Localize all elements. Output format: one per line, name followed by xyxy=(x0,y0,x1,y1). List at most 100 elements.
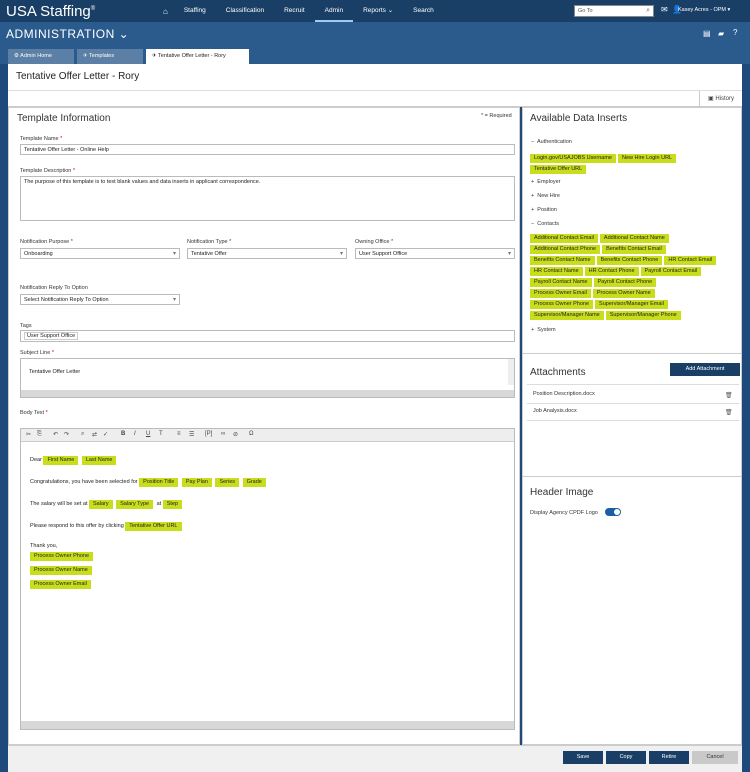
nav-search[interactable]: Search xyxy=(403,0,444,22)
nav-staffing[interactable]: Staffing xyxy=(174,0,216,22)
insert-owner-name[interactable]: Process Owner Name xyxy=(30,566,92,575)
bullet-list-icon[interactable]: ☰ xyxy=(189,431,194,438)
insert-series[interactable]: Series xyxy=(215,478,240,487)
group-contacts[interactable]: − Contacts xyxy=(531,221,559,227)
group-new-hire[interactable]: + New Hire xyxy=(531,193,560,199)
editor-toolbar: ✂ ⎘ ↶ ↷ ⌕ ⇄ ✓ B I U T ≡ ☰ [P] ∞ ⊘ Ω xyxy=(21,429,514,442)
cancel-button[interactable]: Cancel xyxy=(692,751,738,764)
insert-offer-url[interactable]: Tentative Offer URL xyxy=(125,522,182,531)
nav-recruit[interactable]: Recruit xyxy=(274,0,315,22)
scrollbar[interactable] xyxy=(508,359,514,385)
cpdf-logo-toggle[interactable] xyxy=(605,508,621,516)
home-icon[interactable]: ⌂ xyxy=(157,7,174,16)
template-description-textarea[interactable]: The purpose of this template is to test … xyxy=(20,176,515,221)
retire-button[interactable]: Retire xyxy=(649,751,689,764)
insert-chip[interactable]: Login.gov/USAJOBS Username xyxy=(530,154,616,163)
clear-format-icon[interactable]: T xyxy=(159,431,163,437)
copy-icon[interactable]: ⎘ xyxy=(37,431,42,438)
insert-position-title[interactable]: Position Title xyxy=(139,478,179,487)
insert-owner-email[interactable]: Process Owner Email xyxy=(30,580,91,589)
insert-chip[interactable]: Process Owner Phone xyxy=(530,300,594,309)
trash-icon[interactable]: 🗑 xyxy=(725,409,733,416)
folder-icon[interactable]: ▤ xyxy=(703,29,711,38)
nav-classification[interactable]: Classification xyxy=(216,0,274,22)
mail-icon[interactable]: ✉ xyxy=(661,5,668,14)
notification-purpose-select[interactable]: Onboarding xyxy=(20,248,180,259)
add-attachment-button[interactable]: Add Attachment xyxy=(670,363,740,376)
search-icon[interactable]: ⌕ xyxy=(646,7,650,15)
insert-chip[interactable]: Payroll Contact Email xyxy=(640,267,702,276)
insert-chip[interactable]: Tentative Offer URL xyxy=(530,165,587,174)
insert-salary[interactable]: Salary xyxy=(89,500,113,509)
chat-icon[interactable]: ▰ xyxy=(718,29,724,38)
tab-tentative-offer[interactable]: ✈ Tentative Offer Letter - Rory xyxy=(146,49,249,65)
group-position[interactable]: + Position xyxy=(531,207,557,213)
insert-chip[interactable]: Supervisor/Manager Email xyxy=(595,300,668,309)
help-icon[interactable]: ? xyxy=(733,28,737,37)
special-char-icon[interactable]: Ω xyxy=(249,431,254,437)
insert-pay-plan[interactable]: Pay Plan xyxy=(181,478,212,487)
insert-chip[interactable]: Benefits Contact Name xyxy=(530,256,595,265)
underline-icon[interactable]: U xyxy=(146,431,150,437)
admin-title[interactable]: ADMINISTRATION ⌄ xyxy=(6,27,129,41)
group-employer[interactable]: + Employer xyxy=(531,179,561,185)
insert-chip[interactable]: Process Owner Email xyxy=(530,289,591,298)
insert-chip[interactable]: Additional Contact Email xyxy=(530,234,598,243)
tab-templates[interactable]: ✈ Templates xyxy=(77,49,143,64)
insert-chip[interactable]: Benefits Contact Email xyxy=(602,245,666,254)
replace-icon[interactable]: ⇄ xyxy=(92,431,97,438)
insert-chip[interactable]: Additional Contact Name xyxy=(599,234,669,243)
bold-icon[interactable]: B xyxy=(121,431,125,437)
subject-line-editor[interactable]: Tentative Offer Letter xyxy=(20,358,515,398)
numbered-list-icon[interactable]: ≡ xyxy=(177,431,181,437)
attachment-file[interactable]: Position Description.docx xyxy=(533,391,595,397)
template-name-input[interactable]: Tentative Offer Letter - Online Help xyxy=(20,144,515,155)
body-line-3: The salary will be set at Salary Salary … xyxy=(30,499,184,510)
insert-owner-phone[interactable]: Process Owner Phone xyxy=(30,552,94,561)
insert-chip[interactable]: New Hire Login URL xyxy=(617,154,677,163)
insert-step[interactable]: Step xyxy=(162,500,183,509)
insert-chip[interactable]: HR Contact Phone xyxy=(584,267,639,276)
insert-grade[interactable]: Grade xyxy=(242,478,266,487)
nav-admin[interactable]: Admin xyxy=(314,0,354,22)
group-authentication[interactable]: − Authentication xyxy=(531,139,572,145)
attachment-file[interactable]: Job Analysis.docx xyxy=(533,408,577,414)
redo-icon[interactable]: ↷ xyxy=(64,431,69,438)
insert-chip[interactable]: Payroll Contact Phone xyxy=(593,278,657,287)
history-button[interactable]: ▣ History xyxy=(698,91,742,107)
trash-icon[interactable]: 🗑 xyxy=(725,392,733,399)
find-icon[interactable]: ⌕ xyxy=(81,431,84,438)
tags-input[interactable]: User Support Office xyxy=(20,330,515,342)
insert-salary-type[interactable]: Salary Type xyxy=(116,500,154,509)
placeholder-icon[interactable]: [P] xyxy=(205,431,212,437)
reply-to-select[interactable]: Select Notification Reply To Option xyxy=(20,294,180,305)
undo-icon[interactable]: ↶ xyxy=(53,431,58,438)
copy-button[interactable]: Copy xyxy=(606,751,646,764)
tab-admin-home[interactable]: ⚙ Admin Home xyxy=(8,49,74,64)
notification-type-select[interactable]: Tentative Offer xyxy=(187,248,347,259)
insert-chip[interactable]: HR Contact Name xyxy=(530,267,583,276)
group-system[interactable]: + System xyxy=(531,327,556,333)
insert-chip[interactable]: HR Contact Email xyxy=(664,256,717,265)
insert-first-name[interactable]: First Name xyxy=(43,456,79,465)
insert-chip[interactable]: Supervisor/Manager Name xyxy=(530,311,604,320)
insert-chip[interactable]: Supervisor/Manager Phone xyxy=(605,311,681,320)
owning-office-select[interactable]: User Support Office xyxy=(355,248,515,259)
insert-last-name[interactable]: Last Name xyxy=(81,456,117,465)
nav-reports[interactable]: Reports ⌄ xyxy=(353,0,403,22)
link-icon[interactable]: ∞ xyxy=(221,431,225,437)
insert-chip[interactable]: Payroll Contact Name xyxy=(530,278,592,287)
insert-chip[interactable]: Additional Contact Phone xyxy=(530,245,601,254)
tag-chip[interactable]: User Support Office xyxy=(24,332,79,340)
cut-icon[interactable]: ✂ xyxy=(26,431,31,438)
unlink-icon[interactable]: ⊘ xyxy=(233,431,238,438)
insert-chip[interactable]: Benefits Contact Phone xyxy=(596,256,663,265)
italic-icon[interactable]: I xyxy=(134,431,136,437)
goto-input[interactable]: Go To ⌕ xyxy=(574,5,654,17)
app-logo[interactable]: USA Staffing® xyxy=(6,3,95,20)
save-button[interactable]: Save xyxy=(563,751,603,764)
insert-chip[interactable]: Process Owner Name xyxy=(592,289,655,298)
body-text-editor[interactable]: ✂ ⎘ ↶ ↷ ⌕ ⇄ ✓ B I U T ≡ ☰ [P] ∞ ⊘ Ω Dear… xyxy=(20,428,515,730)
spellcheck-icon[interactable]: ✓ xyxy=(103,431,108,438)
user-menu[interactable]: Kasey Acres - OPM ▾ xyxy=(678,7,730,13)
